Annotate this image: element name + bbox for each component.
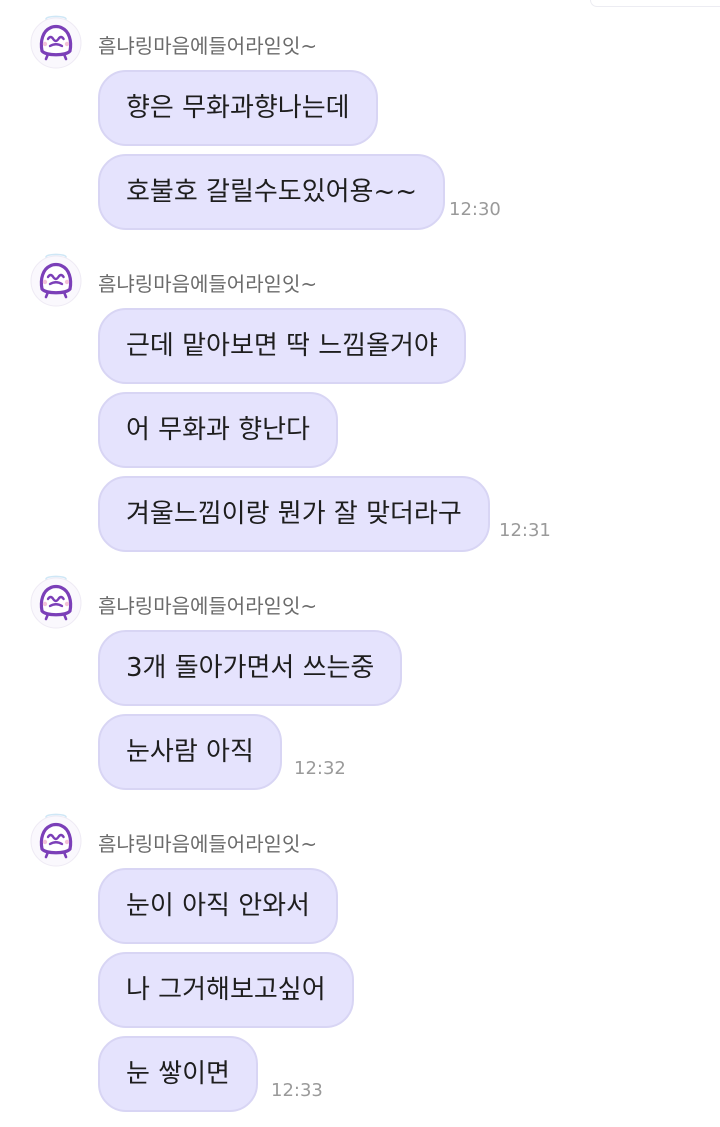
avatar[interactable] <box>28 574 84 630</box>
message-bubble[interactable]: 어 무화과 향난다 <box>98 392 338 468</box>
message-bubble[interactable]: 눈 쌓이면 <box>98 1036 258 1112</box>
message-bubble[interactable]: 3개 돌아가면서 쓰는중 <box>98 630 403 706</box>
top-edge-fragment <box>590 0 720 7</box>
message-timestamp: 12:31 <box>499 520 551 541</box>
sender-name: 흠냐링마음에들어라읻잇~ <box>98 34 318 58</box>
sender-name: 흠냐링마음에들어라읻잇~ <box>98 272 318 296</box>
message-group: 흠냐링마음에들어라읻잇~ 근데 맡아보면 딱 느낌올거야 어 무화과 향난다 겨… <box>0 252 720 556</box>
cartoon-face-avatar-icon <box>30 15 82 69</box>
message-timestamp: 12:33 <box>271 1080 323 1101</box>
message-bubble[interactable]: 겨울느낌이랑 뭔가 잘 맞더라구 <box>98 476 490 552</box>
avatar[interactable] <box>28 812 84 868</box>
avatar[interactable] <box>28 14 84 70</box>
message-bubble[interactable]: 근데 맡아보면 딱 느낌올거야 <box>98 308 466 384</box>
message-group: 흠냐링마음에들어라읻잇~ 향은 무화과향나는데 호불호 갈릴수도있어용~~ 12… <box>0 14 720 234</box>
message-group: 흠냐링마음에들어라읻잇~ 눈이 아직 안와서 나 그거해보고싶어 눈 쌓이면 1… <box>0 812 720 1116</box>
message-bubble[interactable]: 호불호 갈릴수도있어용~~ <box>98 154 446 230</box>
cartoon-face-avatar-icon <box>30 813 82 867</box>
cartoon-face-avatar-icon <box>30 253 82 307</box>
message-bubble[interactable]: 눈이 아직 안와서 <box>98 868 338 944</box>
message-group: 흠냐링마음에들어라읻잇~ 3개 돌아가면서 쓰는중 눈사람 아직 12:32 <box>0 574 720 794</box>
sender-name: 흠냐링마음에들어라읻잇~ <box>98 594 318 618</box>
message-bubble[interactable]: 향은 무화과향나는데 <box>98 70 378 146</box>
avatar[interactable] <box>28 252 84 308</box>
cartoon-face-avatar-icon <box>30 575 82 629</box>
message-timestamp: 12:32 <box>294 758 346 779</box>
sender-name: 흠냐링마음에들어라읻잇~ <box>98 832 318 856</box>
message-bubble[interactable]: 눈사람 아직 <box>98 714 282 790</box>
message-timestamp: 12:30 <box>449 199 501 220</box>
message-bubble[interactable]: 나 그거해보고싶어 <box>98 952 354 1028</box>
